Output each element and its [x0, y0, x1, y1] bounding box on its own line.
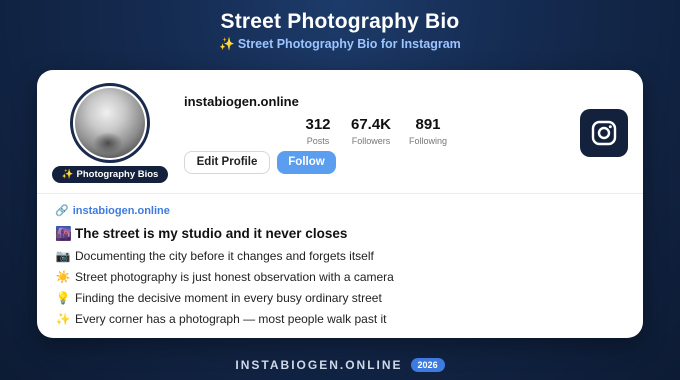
- cityscape-icon: 🌆: [55, 226, 72, 241]
- stat-followers[interactable]: 67.4K Followers: [341, 116, 401, 147]
- instagram-icon[interactable]: [580, 109, 628, 157]
- camera-icon: 📷: [55, 249, 71, 263]
- page-footer: INSTABIOGEN.ONLINE 2026: [0, 356, 680, 374]
- avatar-badge: ✨ Photography Bios: [52, 166, 168, 183]
- bio-line-text: Street photography is just honest observ…: [75, 270, 394, 284]
- page-subtitle: ✨ Street Photography Bio for Instagram: [0, 37, 680, 52]
- sparkle-icon: ✨: [219, 37, 235, 51]
- bio-headline: 🌆 The street is my studio and it never cl…: [55, 225, 625, 243]
- bio-link-text: instabiogen.online: [72, 205, 170, 217]
- profile-card: ✨ Photography Bios instabiogen.online 312…: [37, 70, 643, 338]
- page-title: Street Photography Bio: [220, 10, 460, 33]
- link-icon: 🔗: [55, 205, 69, 217]
- stat-label: Followers: [351, 136, 391, 146]
- bio-link[interactable]: 🔗 instabiogen.online: [55, 203, 625, 219]
- year-badge: 2026: [410, 357, 445, 372]
- bio-line: 💡 Finding the decisive moment in every bu…: [55, 288, 625, 309]
- stat-value: 312: [305, 116, 331, 133]
- instagram-glyph: [591, 120, 617, 146]
- avatar-image: [75, 88, 145, 158]
- stat-value: 67.4K: [350, 116, 392, 133]
- stat-following[interactable]: 891 Following: [401, 116, 455, 147]
- sparkle-icon: ✨: [61, 169, 74, 180]
- lightbulb-icon: 💡: [55, 291, 71, 305]
- bio-line-text: Finding the decisive moment in every bus…: [75, 291, 382, 305]
- bio-line-text: Every corner has a photograph — most peo…: [75, 312, 387, 326]
- avatar[interactable]: [70, 83, 150, 163]
- divider: [37, 193, 643, 194]
- avatar-badge-label: Photography Bios: [76, 169, 159, 180]
- follow-button[interactable]: Follow: [277, 151, 336, 174]
- bio-line: 📷 Documenting the city before it changes …: [55, 246, 625, 267]
- edit-profile-button[interactable]: Edit Profile: [184, 151, 270, 174]
- stat-posts[interactable]: 312 Posts: [295, 116, 341, 147]
- username: instabiogen.online: [184, 94, 299, 109]
- profile-stats: 312 Posts 67.4K Followers 891 Following: [295, 116, 455, 147]
- bio-line: ☀️ Street photography is just honest obse…: [55, 267, 625, 288]
- avatar-ring: [70, 83, 150, 163]
- stat-label: Posts: [306, 136, 330, 146]
- stat-label: Following: [408, 136, 448, 146]
- stat-value: 891: [415, 116, 441, 133]
- bio-line-text: Documenting the city before it changes a…: [75, 249, 374, 263]
- bio-headline-text: The street is my studio and it never clo…: [75, 226, 348, 241]
- footer-site[interactable]: INSTABIOGEN.ONLINE: [235, 358, 402, 372]
- sun-icon: ☀️: [55, 270, 71, 284]
- sparkle-icon: ✨: [55, 312, 71, 326]
- subtitle-text: Street Photography Bio for Instagram: [237, 37, 461, 51]
- bio-line: ✨ Every corner has a photograph — most pe…: [55, 309, 625, 330]
- bio-section: 🔗 instabiogen.online 🌆 The street is my st…: [55, 203, 625, 330]
- page-header: Street Photography Bio ✨ Street Photograp…: [0, 10, 680, 52]
